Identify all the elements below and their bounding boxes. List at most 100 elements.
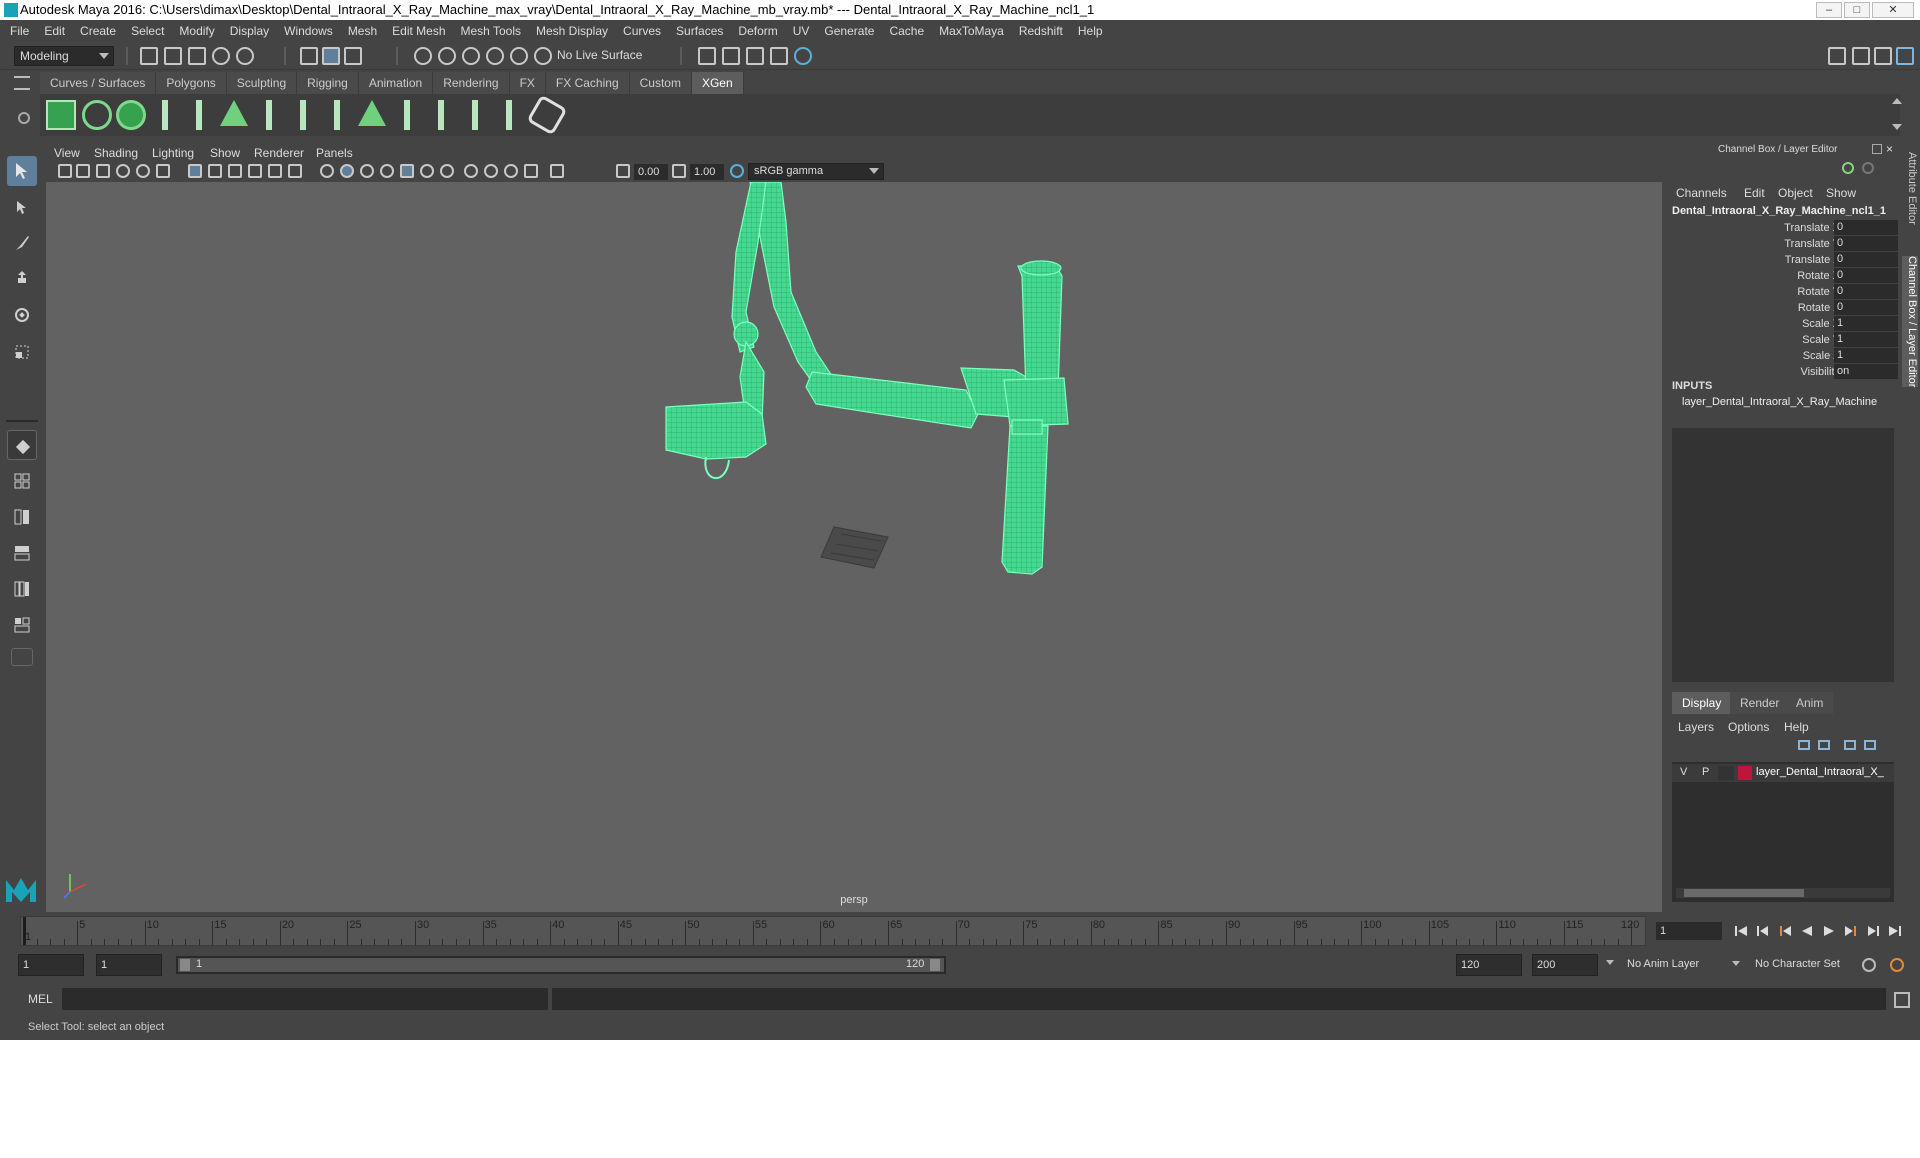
save-scene-icon[interactable] bbox=[188, 47, 206, 65]
custom-layout-button[interactable] bbox=[7, 610, 37, 640]
channel-translate-z[interactable]: Translate Z0 bbox=[1666, 252, 1898, 268]
anim-layer-dropdown[interactable]: No Anim Layer bbox=[1622, 955, 1744, 975]
key-all-icon[interactable] bbox=[1842, 162, 1854, 174]
grid-icon[interactable] bbox=[188, 164, 202, 178]
xgen-modifier-icon[interactable] bbox=[392, 100, 422, 130]
persp-graph-layout-button[interactable] bbox=[7, 538, 37, 568]
render-frame-icon[interactable] bbox=[746, 47, 764, 65]
panel-menu-lighting[interactable]: Lighting bbox=[152, 146, 194, 160]
close-button[interactable]: ✕ bbox=[1872, 2, 1914, 18]
wireframe-icon[interactable] bbox=[320, 164, 334, 178]
tab-rigging[interactable]: Rigging bbox=[297, 72, 359, 94]
ambient-occlusion-icon[interactable] bbox=[464, 164, 478, 178]
go-to-start-icon[interactable] bbox=[1734, 925, 1748, 937]
channel-visibility[interactable]: Visibility on bbox=[1666, 364, 1898, 380]
xgen-add-guide-icon[interactable] bbox=[184, 100, 214, 130]
move-layer-up-icon[interactable] bbox=[1798, 740, 1810, 750]
menu-maxtomaya[interactable]: MaxToMaya bbox=[939, 24, 1004, 38]
playback-start-field[interactable]: 1 bbox=[96, 954, 162, 976]
magnet-icon[interactable] bbox=[534, 47, 552, 65]
channel-value[interactable]: 0 bbox=[1834, 236, 1898, 251]
channel-value[interactable]: 0 bbox=[1834, 300, 1898, 315]
xgen-lock-guide-icon[interactable] bbox=[288, 100, 318, 130]
minimize-button[interactable]: – bbox=[1816, 2, 1842, 18]
view-transform-dropdown[interactable]: sRGB gamma bbox=[748, 163, 884, 180]
camera-attributes-icon[interactable] bbox=[76, 164, 90, 178]
smooth-shade-icon[interactable] bbox=[340, 164, 354, 178]
range-bar-fill[interactable] bbox=[178, 958, 944, 972]
end-time-field[interactable]: 200 bbox=[1532, 954, 1598, 976]
tab-curves-surfaces[interactable]: Curves / Surfaces bbox=[40, 72, 157, 94]
channel-rotate-y[interactable]: Rotate Y0 bbox=[1666, 284, 1898, 300]
xgen-groom-icon[interactable] bbox=[426, 100, 456, 130]
tab-rendering[interactable]: Rendering bbox=[433, 72, 510, 94]
select-tool[interactable] bbox=[7, 156, 37, 186]
channel-scale-x[interactable]: Scale X1 bbox=[1666, 316, 1898, 332]
select-component-icon[interactable] bbox=[344, 47, 362, 65]
start-time-field[interactable]: 1 bbox=[18, 954, 84, 976]
film-gate-icon[interactable] bbox=[208, 164, 222, 178]
menu-surfaces[interactable]: Surfaces bbox=[676, 24, 723, 38]
menu-edit-mesh[interactable]: Edit Mesh bbox=[392, 24, 445, 38]
script-language-toggle[interactable]: MEL bbox=[28, 992, 53, 1006]
shelf-menu-icon[interactable] bbox=[14, 76, 30, 90]
menu-windows[interactable]: Windows bbox=[284, 24, 333, 38]
layer-row[interactable]: V P layer_Dental_Intraoral_X_ bbox=[1672, 764, 1894, 782]
channel-translate-x[interactable]: Translate X0 bbox=[1666, 220, 1898, 236]
motion-blur-icon[interactable] bbox=[484, 164, 498, 178]
live-surface-field[interactable]: No Live Surface bbox=[552, 46, 654, 66]
step-back-icon[interactable] bbox=[1756, 925, 1770, 937]
menu-cache[interactable]: Cache bbox=[889, 24, 924, 38]
channel-value[interactable]: 1 bbox=[1834, 316, 1898, 331]
float-panel-icon[interactable] bbox=[1872, 144, 1882, 154]
channel-value[interactable]: 1 bbox=[1834, 332, 1898, 347]
xgen-comb-icon[interactable] bbox=[460, 100, 490, 130]
paint-select-tool[interactable] bbox=[7, 228, 37, 258]
textured-icon[interactable] bbox=[380, 164, 394, 178]
menu-edit[interactable]: Edit bbox=[44, 24, 65, 38]
use-all-lights-icon[interactable] bbox=[420, 164, 434, 178]
menu-deform[interactable]: Deform bbox=[738, 24, 777, 38]
channel-value[interactable]: on bbox=[1834, 364, 1898, 379]
snap-point-icon[interactable] bbox=[462, 47, 480, 65]
xgen-preview-icon[interactable] bbox=[82, 100, 112, 130]
layer-color-swatch[interactable] bbox=[1738, 766, 1752, 780]
lasso-tool[interactable] bbox=[7, 192, 37, 222]
channel-box-tab[interactable]: Channel Box / Layer Editor bbox=[1902, 256, 1918, 388]
xgen-guide-length-icon[interactable] bbox=[254, 100, 284, 130]
layer-visibility-toggle[interactable]: V bbox=[1680, 766, 1687, 778]
xgen-tools-icon[interactable] bbox=[494, 100, 524, 130]
panel-menu-panels[interactable]: Panels bbox=[316, 146, 353, 160]
attribute-editor-tab[interactable]: Attribute Editor bbox=[1902, 152, 1918, 225]
character-set-dropdown[interactable]: No Character Set bbox=[1750, 955, 1870, 975]
cb-menu-channels[interactable]: Channels bbox=[1676, 186, 1727, 200]
channel-scale-z[interactable]: Scale Z1 bbox=[1666, 348, 1898, 364]
cb-menu-show[interactable]: Show bbox=[1826, 186, 1856, 200]
layer-tab-render[interactable]: Render bbox=[1730, 692, 1790, 714]
color-management-icon[interactable] bbox=[730, 164, 744, 178]
layer-tab-display[interactable]: Display bbox=[1672, 692, 1732, 714]
panel-menu-renderer[interactable]: Renderer bbox=[254, 146, 304, 160]
xgen-layer-icon[interactable] bbox=[358, 100, 386, 126]
toolbox-expand-button[interactable] bbox=[11, 648, 33, 666]
field-chart-icon[interactable] bbox=[268, 164, 282, 178]
exposure-field[interactable]: 0.00 bbox=[634, 164, 668, 180]
menu-uv[interactable]: UV bbox=[793, 24, 810, 38]
move-tool[interactable] bbox=[7, 264, 37, 294]
open-scene-icon[interactable] bbox=[164, 47, 182, 65]
render-settings-icon[interactable] bbox=[698, 47, 716, 65]
isolate-select-icon[interactable] bbox=[550, 164, 564, 178]
time-ruler[interactable]: 1 5 10 15 20 25 30 35 40 45 50 55 60 65 70 75 80 85 90 95 10… bbox=[20, 916, 1646, 946]
attribute-editor-icon[interactable] bbox=[1852, 47, 1870, 65]
resolution-gate-icon[interactable] bbox=[228, 164, 242, 178]
shelf-settings-icon[interactable] bbox=[18, 112, 30, 124]
bookmark-icon[interactable] bbox=[96, 164, 110, 178]
close-panel-icon[interactable]: × bbox=[1886, 142, 1893, 156]
single-perspective-layout-button[interactable] bbox=[7, 430, 37, 460]
layer-menu-options[interactable]: Options bbox=[1728, 720, 1769, 734]
modeling-toolkit-icon[interactable] bbox=[1828, 47, 1846, 65]
layer-tab-anim[interactable]: Anim bbox=[1786, 692, 1834, 714]
xgen-render-icon[interactable] bbox=[526, 94, 568, 136]
redo-icon[interactable] bbox=[236, 47, 254, 65]
range-bar[interactable]: 1 120 bbox=[176, 956, 946, 974]
